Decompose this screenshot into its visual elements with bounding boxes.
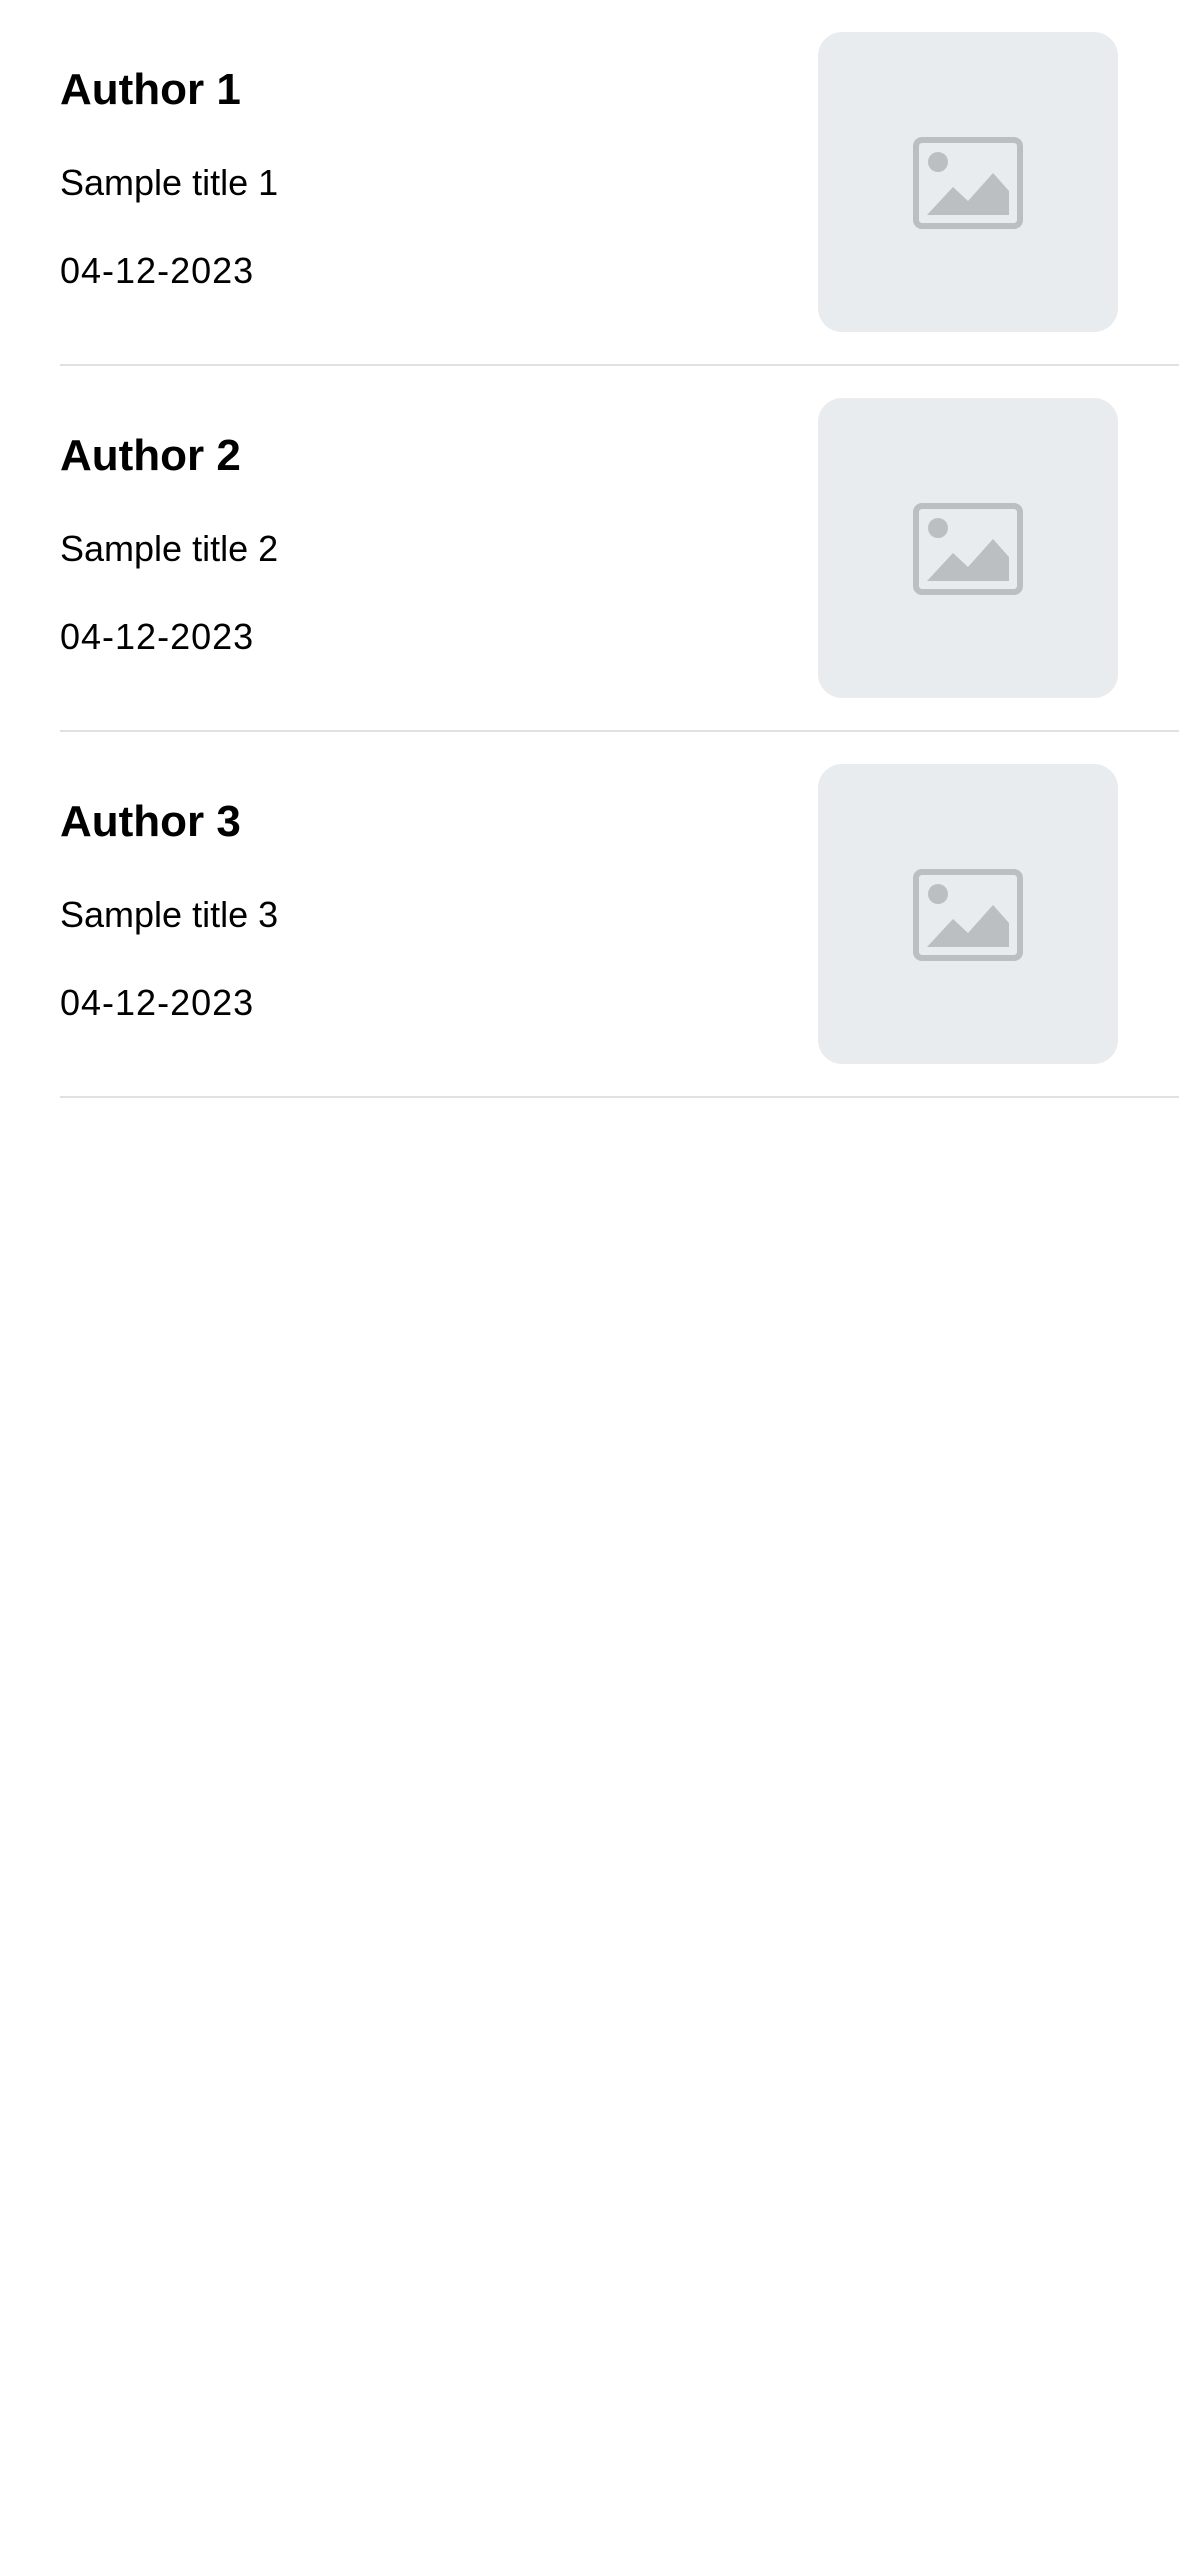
image-placeholder-icon [913, 869, 1023, 961]
item-date: 04-12-2023 [60, 250, 255, 291]
list-item[interactable]: Author 3 Sample title 3 04-12-2023 [0, 732, 1179, 1098]
image-placeholder-icon [913, 137, 1023, 229]
item-author: Author 2 [60, 431, 241, 480]
item-thumbnail[interactable] [818, 764, 1118, 1064]
item-thumbnail[interactable] [818, 398, 1118, 698]
item-date: 04-12-2023 [60, 982, 255, 1023]
list-item[interactable]: Author 2 Sample title 2 04-12-2023 [0, 366, 1179, 732]
item-author: Author 3 [60, 797, 241, 846]
item-divider [60, 1096, 1179, 1098]
item-title: Sample title 2 [60, 528, 279, 569]
item-title: Sample title 3 [60, 894, 279, 935]
image-placeholder-icon [913, 503, 1023, 595]
feed-list: Author 1 Sample title 1 04-12-2023 Autho… [0, 0, 1179, 1098]
item-thumbnail[interactable] [818, 32, 1118, 332]
list-item[interactable]: Author 1 Sample title 1 04-12-2023 [0, 0, 1179, 366]
item-title: Sample title 1 [60, 162, 279, 203]
item-author: Author 1 [60, 65, 241, 114]
item-date: 04-12-2023 [60, 616, 255, 657]
